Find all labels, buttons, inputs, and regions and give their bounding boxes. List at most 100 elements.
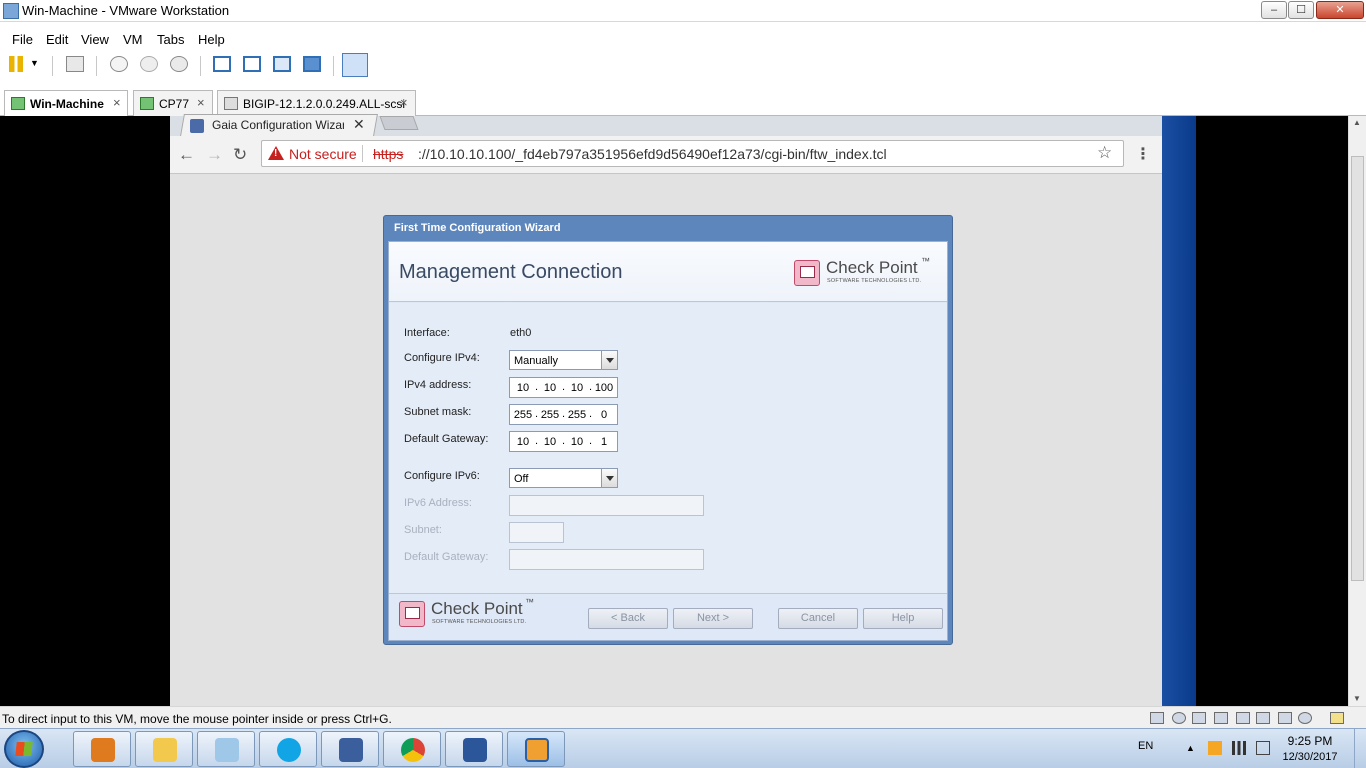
browser-tab-close-icon[interactable]: ✕ [353, 116, 365, 133]
subnet-mask-input[interactable]: 255. 255. 255. 0 [509, 404, 618, 425]
display-icon[interactable] [1298, 712, 1312, 724]
scroll-up-icon[interactable]: ▲ [1353, 118, 1361, 127]
file-explorer-icon [153, 738, 177, 762]
volume-icon[interactable] [1256, 741, 1270, 755]
vertical-scrollbar[interactable]: ▲ ▼ [1348, 116, 1366, 706]
scroll-down-icon[interactable]: ▼ [1353, 694, 1361, 703]
ipv4-octet-4[interactable]: 100 [592, 382, 616, 394]
snapshot-manager-icon[interactable] [170, 56, 188, 72]
ipv4-octet-2[interactable]: 10 [538, 382, 562, 394]
show-desktop-button[interactable] [1354, 729, 1366, 768]
tab-bigip[interactable]: BIGIP-12.1.2.0.0.249.ALL-scsi × [217, 90, 416, 116]
ipv4-address-input[interactable]: 10. 10. 10. 100 [509, 377, 618, 398]
tab-label: CP77 [159, 97, 190, 111]
close-button[interactable]: ✕ [1316, 1, 1364, 19]
suspend-icon[interactable] [9, 56, 23, 72]
tab-cp77[interactable]: CP77 × [133, 90, 213, 116]
revert-snapshot-icon[interactable] [140, 56, 158, 72]
page-title: Management Connection [399, 261, 623, 283]
network-adapter-icon[interactable] [1192, 712, 1206, 724]
clock-time[interactable]: 9:25 PM [1280, 734, 1340, 748]
check-point-logo-icon [399, 601, 425, 627]
menu-vm[interactable]: VM [123, 32, 143, 47]
taskbar-chrome[interactable] [383, 731, 441, 767]
menu-tabs[interactable]: Tabs [157, 32, 184, 47]
taskbar-word[interactable] [445, 731, 503, 767]
ipv4-octet-3[interactable]: 10 [565, 382, 589, 394]
sound-icon[interactable] [1278, 712, 1292, 724]
back-button[interactable]: < Back [588, 608, 668, 629]
subnet-octet-1[interactable]: 255 [511, 409, 535, 421]
vm-display-background [0, 116, 170, 706]
chrome-icon [401, 738, 425, 762]
subnet-octet-3[interactable]: 255 [565, 409, 589, 421]
help-button[interactable]: Help [863, 608, 943, 629]
taskbar-file-explorer[interactable] [135, 731, 193, 767]
clock-date[interactable]: 12/30/2017 [1280, 751, 1340, 763]
taskbar-skype[interactable] [259, 731, 317, 767]
menu-edit[interactable]: Edit [46, 32, 68, 47]
security-indicator[interactable]: Not secure [289, 146, 357, 162]
taskbar-media-player[interactable] [73, 731, 131, 767]
start-button[interactable] [4, 730, 44, 768]
browser-menu-icon[interactable]: ⋮ [1135, 144, 1151, 164]
tab-close-icon[interactable]: × [113, 95, 121, 110]
ipv6-address-input [509, 495, 704, 516]
tab-close-icon[interactable]: × [400, 95, 408, 110]
language-indicator[interactable]: EN [1138, 740, 1153, 752]
new-tab-button[interactable] [379, 116, 419, 130]
interface-label: Interface: [404, 327, 450, 339]
printer-icon[interactable] [1236, 712, 1250, 724]
minimize-button[interactable]: – [1261, 1, 1287, 19]
tab-close-icon[interactable]: × [197, 95, 205, 110]
taskbar-notepad[interactable] [197, 731, 255, 767]
scrollbar-thumb[interactable] [1351, 156, 1364, 581]
menu-file[interactable]: File [12, 32, 33, 47]
address-bar[interactable]: ! Not secure https ://10.10.10.100/_fd4e… [261, 140, 1124, 167]
menu-help[interactable]: Help [198, 32, 225, 47]
network-adapter-2-icon[interactable] [1214, 712, 1228, 724]
default-gateway-input[interactable]: 10. 10. 10. 1 [509, 431, 618, 452]
hard-disk-icon[interactable] [1150, 712, 1164, 724]
interface-value: eth0 [510, 327, 532, 339]
chevron-down-icon[interactable] [601, 351, 617, 369]
window-titlebar: Win-Machine - VMware Workstation – ☐ ✕ [0, 0, 1366, 22]
forward-arrow-icon[interactable]: → [206, 145, 223, 165]
thumbnail-bar-icon[interactable] [243, 56, 261, 72]
console-view-icon[interactable] [342, 53, 368, 77]
check-point-logo: Check Point ™ SOFTWARE TECHNOLOGIES LTD. [399, 597, 539, 629]
subnet-octet-4[interactable]: 0 [592, 409, 616, 421]
full-screen-icon[interactable] [273, 56, 291, 72]
ipv4-octet-1[interactable]: 10 [511, 382, 535, 394]
gateway-octet-2[interactable]: 10 [538, 436, 562, 448]
maximize-button[interactable]: ☐ [1288, 1, 1314, 19]
gateway-octet-1[interactable]: 10 [511, 436, 535, 448]
chevron-down-icon[interactable] [601, 469, 617, 487]
gateway-octet-3[interactable]: 10 [565, 436, 589, 448]
show-hidden-icons-icon[interactable]: ▲ [1186, 743, 1200, 757]
dropdown-arrow-icon[interactable]: ▼ [30, 58, 40, 74]
gateway-octet-4[interactable]: 1 [592, 436, 616, 448]
back-arrow-icon[interactable]: ← [178, 145, 195, 165]
action-center-icon[interactable] [1208, 741, 1222, 755]
reload-icon[interactable]: ↻ [233, 145, 247, 165]
taskbar-vmware[interactable] [507, 731, 565, 767]
cd-dvd-icon[interactable] [1172, 712, 1186, 724]
snapshot-icon[interactable] [110, 56, 128, 72]
message-log-icon[interactable] [1330, 712, 1344, 724]
network-signal-icon[interactable] [1232, 741, 1246, 755]
configure-ipv6-select[interactable]: Off [509, 468, 618, 488]
tab-win-machine[interactable]: Win-Machine × [4, 90, 128, 117]
cancel-button[interactable]: Cancel [778, 608, 858, 629]
next-button[interactable]: Next > [673, 608, 753, 629]
taskbar-network-connect[interactable] [321, 731, 379, 767]
configure-ipv4-select[interactable]: Manually [509, 350, 618, 370]
unity-icon[interactable] [303, 56, 321, 72]
tab-label: BIGIP-12.1.2.0.0.249.ALL-scsi [243, 97, 406, 111]
subnet-octet-2[interactable]: 255 [538, 409, 562, 421]
bookmark-star-icon[interactable]: ☆ [1097, 143, 1112, 163]
menu-view[interactable]: View [81, 32, 109, 47]
library-view-icon[interactable] [213, 56, 231, 72]
usb-icon[interactable] [1256, 712, 1270, 724]
send-ctrl-alt-del-icon[interactable] [66, 56, 84, 72]
